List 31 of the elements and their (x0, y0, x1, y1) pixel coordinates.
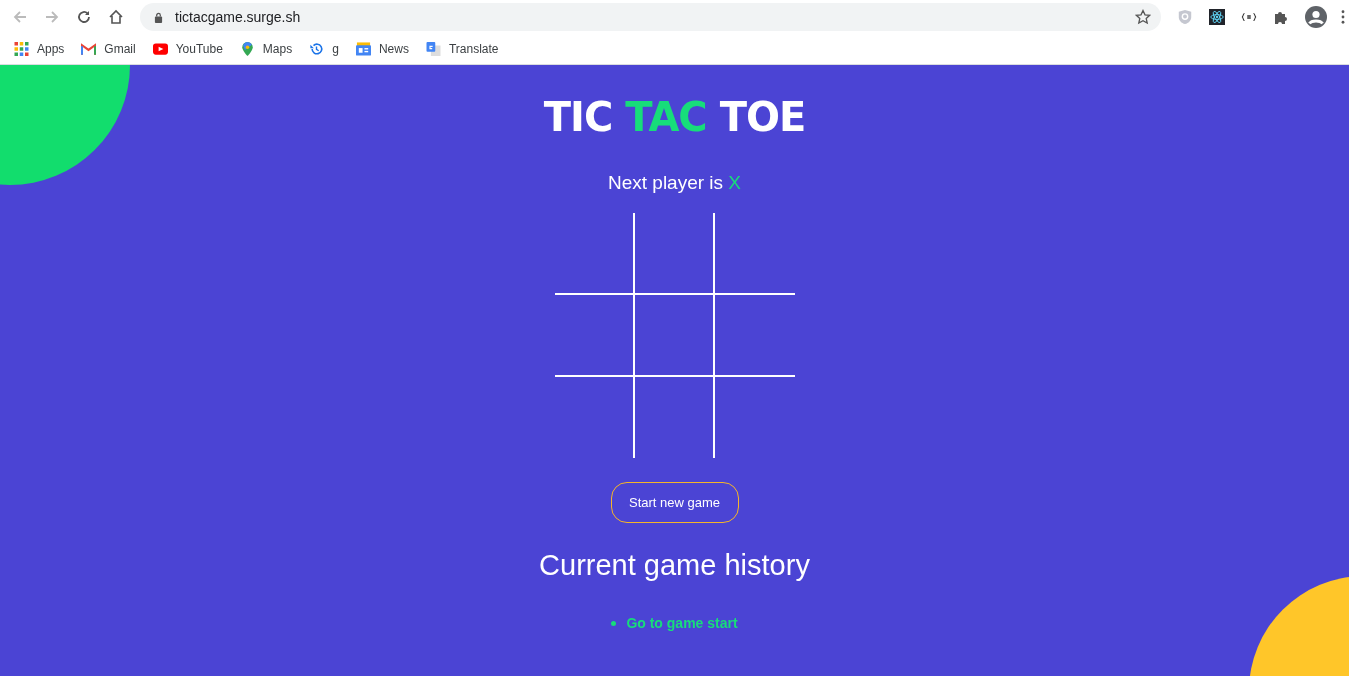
address-bar[interactable]: tictacgame.surge.sh (140, 3, 1161, 31)
bookmark-link[interactable]: Gmail (81, 42, 136, 56)
puzzle-icon[interactable] (1273, 9, 1289, 25)
profile-avatar-icon[interactable] (1305, 6, 1327, 28)
newspaper-icon (355, 42, 371, 56)
history-move-link[interactable]: Go to game start (626, 615, 738, 631)
atom-icon[interactable] (1209, 9, 1225, 25)
play-icon (152, 42, 168, 56)
map-pin-icon (239, 42, 255, 56)
bullet-icon (611, 620, 617, 626)
translate-icon (425, 42, 441, 56)
bookmark-link[interactable]: Apps (14, 42, 65, 56)
mail-icon (81, 42, 97, 56)
home-icon[interactable] (108, 9, 124, 25)
history-icon (309, 42, 325, 56)
history-heading: Current game history (539, 548, 810, 583)
lock-icon (154, 11, 163, 23)
next-player-status: Next player is X (607, 171, 742, 195)
start-new-game-button[interactable]: Start new game (610, 482, 739, 523)
star-icon[interactable] (1135, 9, 1151, 25)
bookmark-link[interactable]: g (309, 42, 339, 56)
bookmark-link[interactable]: News (355, 42, 409, 56)
bookmark-link[interactable]: Translate (425, 42, 499, 56)
bookmark-link[interactable]: Maps (239, 42, 293, 56)
board-grid-drawing[interactable] (554, 213, 795, 458)
reload-icon[interactable] (76, 9, 92, 25)
bookmark-link[interactable]: YouTube (152, 42, 223, 56)
url-text: tictacgame.surge.sh (175, 9, 302, 25)
game-title: TIC TAC TOE (543, 95, 806, 139)
menu-icon[interactable] (1341, 10, 1345, 24)
apps-grid-icon (14, 42, 29, 56)
